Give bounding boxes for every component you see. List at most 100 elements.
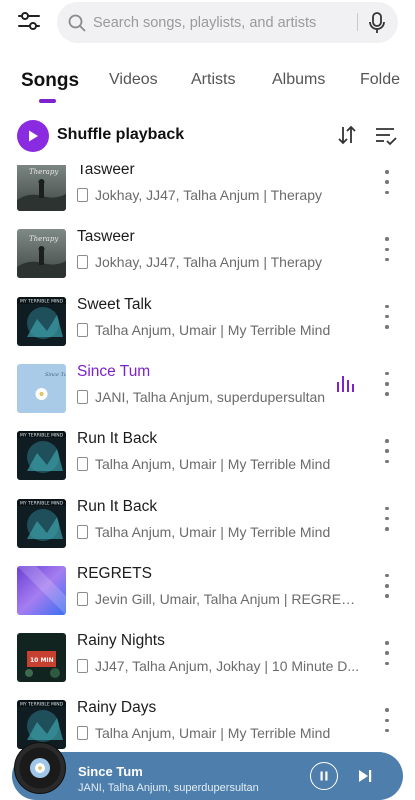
pause-icon [320, 771, 328, 781]
local-file-icon [77, 322, 88, 337]
filter-icon[interactable] [16, 8, 42, 34]
song-subtitle-row: JANI, Talha Anjum, superdupersultan [77, 389, 325, 405]
local-file-icon [77, 524, 88, 539]
shuffle-row: Shuffle playback [0, 116, 415, 156]
svg-text:MY TERRIBLE MIND: MY TERRIBLE MIND [20, 500, 64, 506]
multi-select-icon[interactable] [374, 125, 398, 147]
album-art: Therapy [17, 165, 66, 211]
svg-text:10 MIN: 10 MIN [30, 657, 54, 664]
more-options-icon[interactable] [383, 708, 391, 733]
svg-text:MY TERRIBLE MIND: MY TERRIBLE MIND [20, 433, 64, 439]
flower-icon [35, 763, 45, 773]
song-title: Run It Back [77, 497, 158, 515]
tab-videos[interactable]: Videos [109, 71, 158, 89]
svg-text:MY TERRIBLE MIND: MY TERRIBLE MIND [20, 702, 64, 708]
album-art: Since Tum [17, 363, 66, 413]
player-title: Since Tum [78, 764, 143, 779]
search-input[interactable] [93, 2, 353, 43]
search-bar[interactable] [57, 2, 398, 43]
song-row[interactable]: MY TERRIBLE MIND Run It Back Talha Anjum, … [0, 425, 415, 492]
tab-albums[interactable]: Albums [272, 71, 325, 89]
album-art: MY TERRIBLE MIND [17, 431, 66, 481]
top-bar [0, 0, 415, 44]
album-disc[interactable] [14, 742, 66, 794]
more-options-icon[interactable] [383, 439, 391, 464]
tab-folders[interactable]: Folde [360, 71, 400, 89]
song-subtitle: JANI, Talha Anjum, superdupersultan [95, 388, 326, 405]
song-subtitle-row: Jevin Gill, Umair, Talha Anjum | REGRETS… [77, 591, 361, 607]
song-title: Tasweer [77, 228, 135, 246]
svg-text:Therapy: Therapy [29, 168, 59, 176]
search-icon [68, 14, 86, 32]
active-tab-indicator [39, 99, 56, 103]
pause-button[interactable] [310, 762, 338, 790]
more-options-icon[interactable] [383, 170, 391, 194]
song-title: REGRETS [77, 564, 152, 582]
song-title: Rainy Nights [77, 632, 165, 650]
song-subtitle: Talha Anjum, Umair | My Terrible Mind [95, 456, 331, 473]
song-subtitle-row: JJ47, Talha Anjum, Jokhay | 10 Minute D.… [77, 658, 359, 674]
song-title: Run It Back [77, 430, 158, 448]
song-subtitle-row: Jokhay, JJ47, Talha Anjum | Therapy [77, 254, 322, 270]
local-file-icon [77, 188, 88, 202]
song-title: Tasweer [77, 165, 135, 178]
song-list: Therapy Tasweer Jokhay, JJ47, Talha Anjum … [0, 165, 415, 755]
local-file-icon [77, 255, 88, 270]
album-art: Therapy [17, 229, 66, 279]
next-track-icon[interactable] [357, 769, 373, 783]
tab-artists[interactable]: Artists [191, 71, 235, 89]
search-divider [357, 13, 358, 31]
song-row[interactable]: REGRETS Jevin Gill, Umair, Talha Anjum | … [0, 560, 415, 627]
more-options-icon[interactable] [383, 641, 391, 666]
local-file-icon [77, 659, 88, 674]
song-row[interactable]: 10 MIN Rainy Nights JJ47, Talha Anjum, Jok… [0, 627, 415, 694]
local-file-icon [77, 726, 88, 741]
song-subtitle: JJ47, Talha Anjum, Jokhay | 10 Minute D.… [95, 658, 360, 675]
tab-songs[interactable]: Songs [21, 70, 79, 92]
sort-icon[interactable] [336, 124, 358, 146]
album-art: MY TERRIBLE MIND [17, 498, 66, 548]
song-row[interactable]: MY TERRIBLE MIND Rainy Days Talha Anjum, U… [0, 694, 415, 755]
song-row[interactable]: Therapy Tasweer Jokhay, JJ47, Talha Anjum … [0, 165, 415, 223]
song-row[interactable]: Since Tum Since Tum JANI, Talha Anjum, sup… [0, 358, 415, 425]
song-subtitle-row: Talha Anjum, Umair | My Terrible Mind [77, 725, 330, 741]
album-art-center [30, 758, 50, 778]
song-subtitle: Jokhay, JJ47, Talha Anjum | Therapy [95, 254, 322, 271]
microphone-icon[interactable] [366, 11, 388, 35]
song-subtitle: Jevin Gill, Umair, Talha Anjum | REGRETS… [95, 590, 361, 607]
more-options-icon[interactable] [383, 506, 391, 531]
local-file-icon [77, 591, 88, 606]
song-row[interactable]: MY TERRIBLE MIND Run It Back Talha Anjum, … [0, 493, 415, 560]
now-playing-equalizer-icon [337, 375, 354, 392]
song-subtitle: Talha Anjum, Umair | My Terrible Mind [95, 725, 331, 742]
song-title: Since Tum [77, 362, 151, 380]
local-file-icon [77, 457, 88, 472]
song-subtitle: Talha Anjum, Umair | My Terrible Mind [95, 321, 331, 338]
svg-text:Since Tum: Since Tum [45, 372, 66, 378]
song-subtitle: Jokhay, JJ47, Talha Anjum | Therapy [95, 187, 322, 203]
more-options-icon[interactable] [383, 237, 391, 262]
song-subtitle-row: Talha Anjum, Umair | My Terrible Mind [77, 456, 330, 472]
song-subtitle-row: Jokhay, JJ47, Talha Anjum | Therapy [77, 187, 322, 203]
song-title: Sweet Talk [77, 295, 152, 313]
song-row[interactable]: MY TERRIBLE MIND Sweet Talk Talha Anjum, U… [0, 291, 415, 358]
song-subtitle: Talha Anjum, Umair | My Terrible Mind [95, 523, 331, 540]
local-file-icon [77, 389, 88, 404]
svg-text:MY TERRIBLE MIND: MY TERRIBLE MIND [20, 298, 64, 304]
song-row[interactable]: Therapy Tasweer Jokhay, JJ47, Talha Anjum … [0, 223, 415, 290]
shuffle-play-button[interactable] [17, 120, 49, 152]
album-art: MY TERRIBLE MIND [17, 296, 66, 346]
album-art [17, 565, 66, 615]
song-subtitle-row: Talha Anjum, Umair | My Terrible Mind [77, 524, 330, 540]
shuffle-label[interactable]: Shuffle playback [57, 126, 184, 144]
tab-bar: Songs Videos Artists Albums Folde [0, 66, 415, 106]
song-subtitle-row: Talha Anjum, Umair | My Terrible Mind [77, 322, 330, 338]
svg-text:Therapy: Therapy [29, 235, 59, 243]
more-options-icon[interactable] [383, 304, 391, 329]
song-title: Rainy Days [77, 699, 157, 717]
album-art: 10 MIN [17, 633, 66, 683]
more-options-icon[interactable] [383, 371, 391, 396]
player-artists: JANI, Talha Anjum, superdupersultan [78, 782, 259, 794]
play-icon [29, 130, 38, 142]
more-options-icon[interactable] [383, 573, 391, 598]
